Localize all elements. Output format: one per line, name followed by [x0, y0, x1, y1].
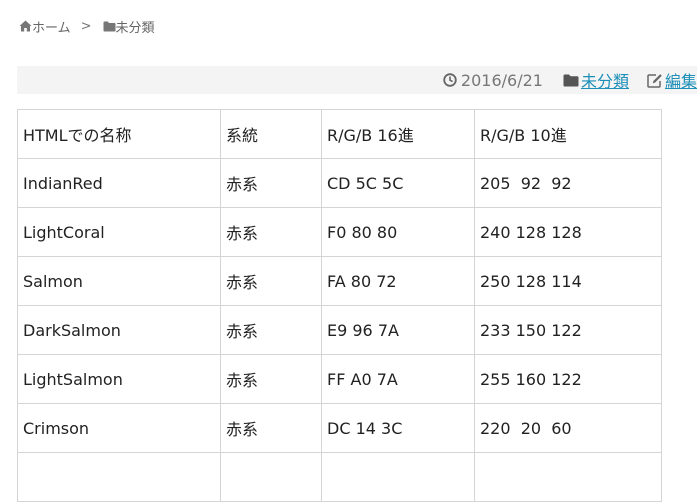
table-row: Crimson 赤系 DC 14 3C 220 20 60	[17, 403, 662, 453]
cell-group: 赤系	[220, 256, 322, 306]
table-row: DarkSalmon 赤系 E9 96 7A 233 150 122	[17, 305, 662, 355]
post-category-link[interactable]: 未分類	[581, 68, 629, 92]
clock-icon	[443, 73, 457, 87]
cell-hex: E9 96 7A	[321, 305, 475, 355]
post-edit-link[interactable]: 編集	[665, 68, 697, 92]
table-header-row: HTMLでの名称 系統 R/G/B 16進 R/G/B 10進	[17, 109, 662, 159]
cell-hex: F0 80 80	[321, 207, 475, 257]
post-category: 未分類	[563, 68, 629, 92]
folder-icon	[103, 21, 116, 31]
table-row: IndianRed 赤系 CD 5C 5C 205 92 92	[17, 158, 662, 208]
home-icon	[19, 20, 32, 32]
header-html-name: HTMLでの名称	[17, 109, 221, 159]
breadcrumb-home-label: ホーム	[32, 20, 71, 36]
cell-name: Crimson	[17, 403, 221, 453]
post-date-text: 2016/6/21	[460, 70, 543, 90]
cell-hex: CD 5C 5C	[321, 158, 475, 208]
table-row: LightCoral 赤系 F0 80 80 240 128 128	[17, 207, 662, 257]
cell-group: 赤系	[220, 354, 322, 404]
cell-name: IndianRed	[17, 158, 221, 208]
breadcrumb-separator: >	[80, 18, 92, 34]
cell-group: 赤系	[220, 305, 322, 355]
post-date: 2016/6/21	[443, 71, 543, 90]
post-edit: 編集	[647, 68, 697, 92]
folder-icon	[563, 74, 579, 86]
table-row: Salmon 赤系 FA 80 72 250 128 114	[17, 256, 662, 306]
breadcrumb: ホーム > 未分類	[19, 17, 155, 36]
cell-name: DarkSalmon	[17, 305, 221, 355]
cell-hex: FA 80 72	[321, 256, 475, 306]
cell-name: LightCoral	[17, 207, 221, 257]
cell-decimal: 250 128 114	[474, 256, 662, 306]
breadcrumb-category-label: 未分類	[115, 20, 155, 36]
cell-decimal: 255 160 122	[474, 354, 662, 404]
header-decimal: R/G/B 10進	[474, 109, 662, 159]
cell-group: 赤系	[220, 207, 322, 257]
cell-group: 赤系	[220, 403, 322, 453]
table-row: LightSalmon 赤系 FF A0 7A 255 160 122	[17, 354, 662, 404]
cell-name: Salmon	[17, 256, 221, 306]
post-meta-bar: 2016/6/21 未分類 編集	[17, 66, 697, 94]
cell-decimal: 220 20 60	[474, 403, 662, 453]
cell-hex: FF A0 7A	[321, 354, 475, 404]
cell-decimal: 233 150 122	[474, 305, 662, 355]
cell-decimal: 240 128 128	[474, 207, 662, 257]
breadcrumb-home-link[interactable]: ホーム	[19, 17, 71, 36]
edit-icon	[647, 73, 662, 88]
cell-decimal: 205 92 92	[474, 158, 662, 208]
cell-hex: DC 14 3C	[321, 403, 475, 453]
header-hex: R/G/B 16進	[321, 109, 475, 159]
cell-group: 赤系	[220, 158, 322, 208]
color-table: HTMLでの名称 系統 R/G/B 16進 R/G/B 10進 IndianRe…	[17, 109, 662, 502]
header-group: 系統	[220, 109, 322, 159]
cell-name: LightSalmon	[17, 354, 221, 404]
breadcrumb-category-link[interactable]: 未分類	[103, 17, 155, 36]
table-row-partial	[17, 452, 662, 502]
